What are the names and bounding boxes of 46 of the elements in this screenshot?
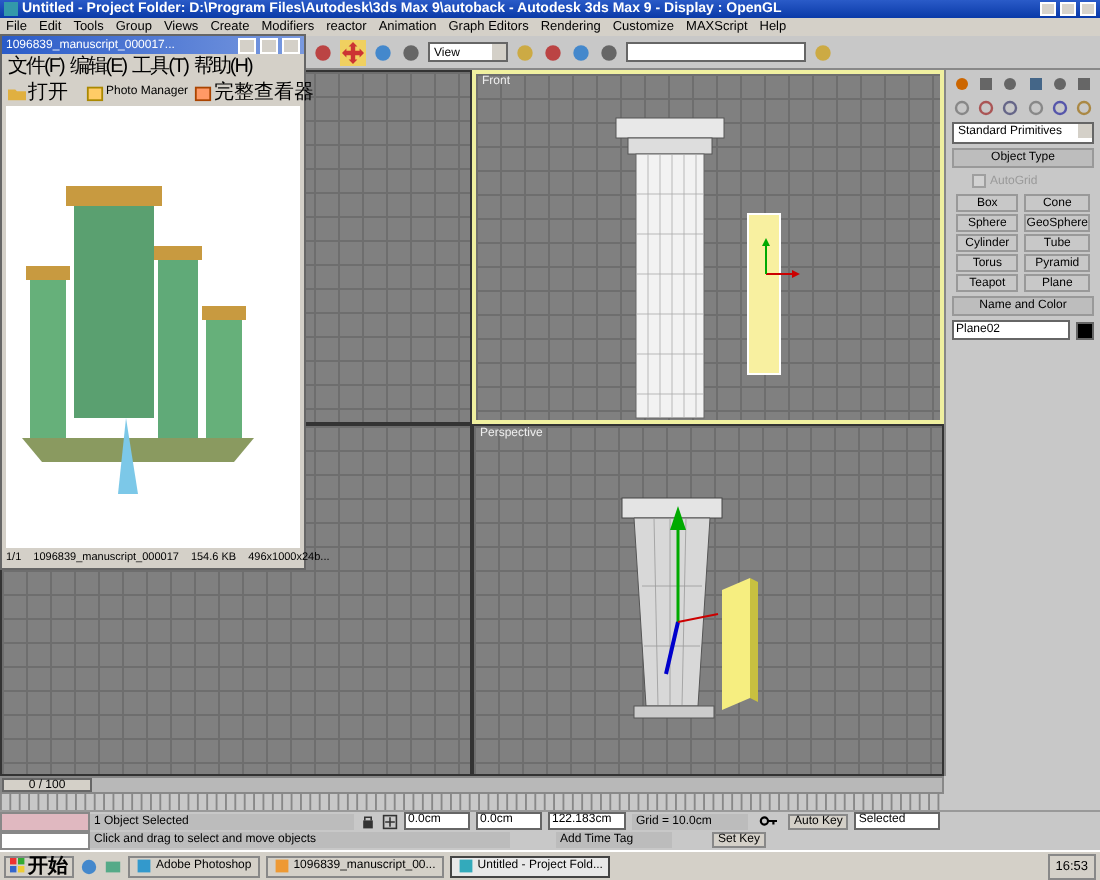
open-button[interactable]: 打开 [8,78,68,106]
category-icon[interactable] [1049,98,1070,118]
full-viewer-button[interactable]: 完整查看器 [194,78,315,106]
menu-item[interactable]: 工具(T) [132,52,188,80]
app-icon [4,2,18,16]
category-icon[interactable] [1025,98,1046,118]
tool-icon[interactable] [598,41,620,63]
app-icon [273,858,290,874]
menu-item[interactable]: 编辑(E) [69,52,127,80]
menu-item[interactable]: 帮助(H) [193,52,252,80]
absolute-mode-icon[interactable] [382,813,398,830]
panel-tab-icon[interactable] [976,74,997,94]
menu-item[interactable]: 文件(F) [8,52,64,80]
move-tool-button[interactable] [340,39,366,65]
tool-icon[interactable] [400,41,422,63]
category-icon[interactable] [976,98,997,118]
tool-icon[interactable] [372,41,394,63]
windows-logo-icon [10,858,26,874]
panel-tab-icon[interactable] [952,74,972,94]
axis-gizmo-icon [762,238,800,278]
start-button[interactable]: 开始 [4,855,74,877]
category-icon[interactable] [1073,98,1094,118]
tool-icon[interactable] [542,41,564,63]
tool-icon[interactable] [312,41,334,63]
maximize-button[interactable] [260,37,278,53]
close-button[interactable] [282,37,300,53]
object-color-swatch[interactable] [1076,321,1094,339]
minimize-button[interactable] [238,37,256,53]
tool-icon[interactable] [570,41,592,63]
category-icon[interactable] [1000,98,1021,118]
category-icon[interactable] [952,98,972,118]
key-icon[interactable] [754,812,782,831]
axis-gizmo-icon [664,505,719,674]
picture-frame-icon [194,83,213,101]
panel-tab-icon[interactable] [1025,74,1046,94]
maxscript-listener-field[interactable] [0,812,90,831]
lock-icon[interactable] [360,813,376,830]
panel-tab-icon[interactable] [1000,74,1021,94]
panel-tab-icon[interactable] [1073,74,1094,94]
plane-object [722,577,758,709]
app-icon [457,858,474,874]
selection-set-field[interactable] [626,42,806,62]
app-icon [136,858,152,874]
picture-frame-icon [86,83,104,101]
panel-tab-icon[interactable] [1049,74,1070,94]
folder-icon [8,83,26,101]
